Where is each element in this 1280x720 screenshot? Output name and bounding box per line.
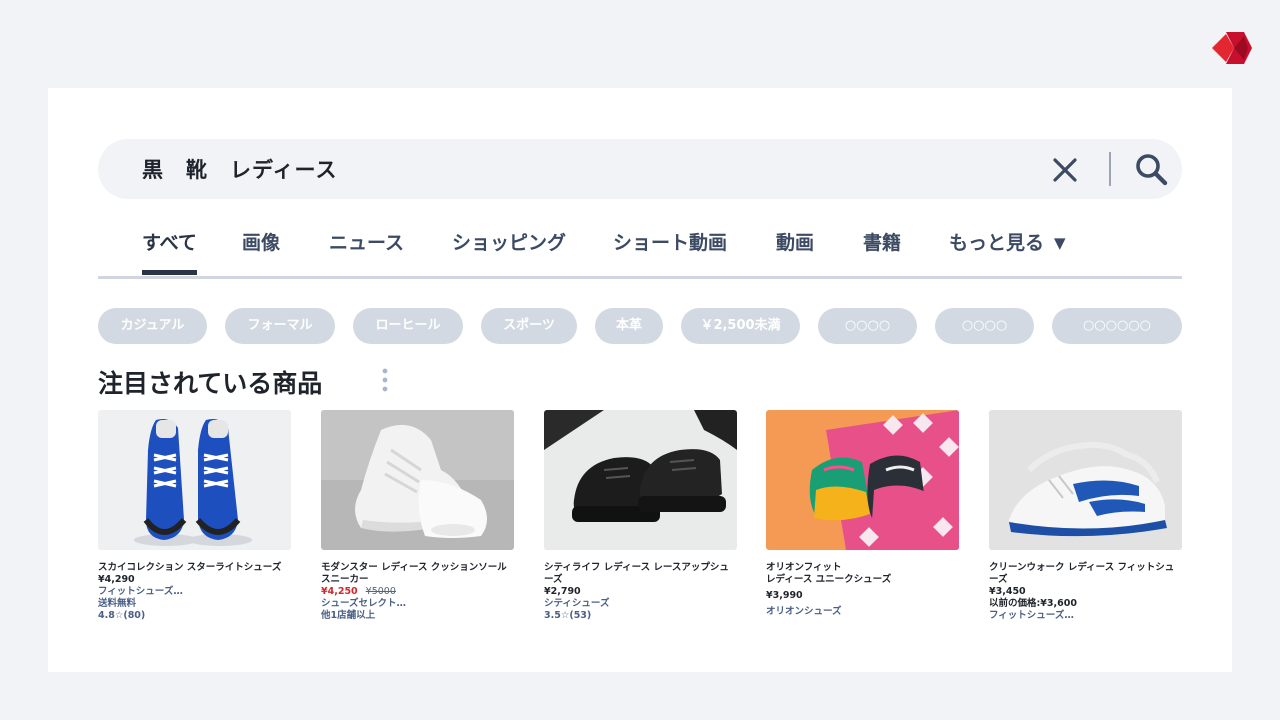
product-sale-price: ¥4,250 <box>321 586 358 597</box>
chip-placeholder-3[interactable]: ○○○○○○ <box>1052 308 1182 344</box>
search-results-panel: すべて 画像 ニュース ショッピング ショート動画 動画 書籍 もっと見る ▼ カ… <box>48 88 1232 672</box>
product-rating: 3.5☆(53) <box>544 610 592 621</box>
chip-under-2500[interactable]: ￥2,500未満 <box>681 308 800 344</box>
brand-logo <box>1212 32 1252 64</box>
product-shop[interactable]: シューズセレクト… <box>321 598 514 610</box>
search-divider <box>1109 152 1111 186</box>
product-rating: 4.8☆(80) <box>98 610 146 621</box>
tab-books[interactable]: 書籍 <box>863 228 901 268</box>
product-old-price: ¥5000 <box>365 586 396 597</box>
search-bar <box>98 139 1182 199</box>
product-card[interactable]: モダンスター レディース クッションソール スニーカー ¥4,250 ¥5000 … <box>321 410 514 640</box>
chip-sports[interactable]: スポーツ <box>481 308 577 344</box>
tab-more-label: もっと見る <box>949 232 1045 254</box>
product-image-white-chunky-sneakers <box>321 410 514 550</box>
more-options-icon[interactable] <box>380 366 390 396</box>
product-shop[interactable]: フィットシューズ… <box>989 610 1182 622</box>
product-image-blue-sneakers <box>98 410 291 550</box>
tab-short-videos[interactable]: ショート動画 <box>613 228 727 268</box>
product-shop[interactable]: オリオンシューズ <box>766 606 959 618</box>
product-price: ¥4,290 <box>98 574 135 585</box>
product-shop[interactable]: シティシューズ <box>544 598 737 610</box>
product-shipping: 送料無料 <box>98 598 137 609</box>
chip-formal[interactable]: フォーマル <box>225 308 335 344</box>
product-price: ¥3,450 <box>989 586 1026 597</box>
product-image-black-lace-up-shoes <box>544 410 737 550</box>
chip-placeholder-2[interactable]: ○○○○ <box>935 308 1034 344</box>
chip-placeholder-1[interactable]: ○○○○ <box>818 308 917 344</box>
active-tab-indicator <box>142 270 197 275</box>
product-price: ¥3,990 <box>766 590 803 601</box>
tab-more[interactable]: もっと見る ▼ <box>949 228 1066 268</box>
chip-low-heel[interactable]: ローヒール <box>353 308 463 344</box>
search-tabs: すべて 画像 ニュース ショッピング ショート動画 動画 書籍 もっと見る ▼ <box>98 228 1182 280</box>
product-image-colorful-sneakers <box>766 410 959 550</box>
product-name: オリオンフィット レディース ユニークシューズ <box>766 562 892 585</box>
product-image-white-blue-sneakers <box>989 410 1182 550</box>
product-card[interactable]: シティライフ レディース レースアップシューズ ¥2,790 シティシューズ 3… <box>544 410 737 640</box>
tab-shopping[interactable]: ショッピング <box>452 228 566 268</box>
clear-icon[interactable] <box>1052 157 1078 183</box>
tab-all[interactable]: すべて <box>142 228 197 268</box>
product-name: モダンスター レディース クッションソール スニーカー <box>321 562 507 585</box>
chip-casual[interactable]: カジュアル <box>98 308 207 344</box>
product-carousel: スカイコレクション スターライトシューズ ¥4,290 フィットシューズ… 送料… <box>98 410 1182 640</box>
product-more-stores[interactable]: 他1店舗以上 <box>321 610 514 622</box>
tab-videos[interactable]: 動画 <box>776 228 814 268</box>
filter-chips: カジュアル フォーマル ローヒール スポーツ 本革 ￥2,500未満 ○○○○ … <box>98 308 1182 344</box>
chip-genuine-leather[interactable]: 本革 <box>595 308 663 344</box>
search-icon[interactable] <box>1134 152 1168 186</box>
product-name: シティライフ レディース レースアップシューズ <box>544 562 729 585</box>
search-input[interactable] <box>142 154 992 184</box>
product-name: スカイコレクション スターライトシューズ <box>98 562 282 573</box>
product-card[interactable]: オリオンフィット レディース ユニークシューズ ¥3,990 オリオンシューズ <box>766 410 959 640</box>
product-card[interactable]: クリーンウォーク レディース フィットシューズ ¥3,450 以前の価格:¥3,… <box>989 410 1182 640</box>
tab-news[interactable]: ニュース <box>329 228 404 268</box>
product-previous-price: 以前の価格:¥3,600 <box>989 598 1077 609</box>
product-card[interactable]: スカイコレクション スターライトシューズ ¥4,290 フィットシューズ… 送料… <box>98 410 291 640</box>
product-price: ¥2,790 <box>544 586 581 597</box>
section-title: 注目されている商品 <box>98 369 323 398</box>
tabs-divider <box>98 276 1182 279</box>
product-shop[interactable]: フィットシューズ… <box>98 586 291 598</box>
product-name: クリーンウォーク レディース フィットシューズ <box>989 562 1175 585</box>
caret-down-icon: ▼ <box>1054 234 1066 252</box>
tab-images[interactable]: 画像 <box>242 228 280 268</box>
